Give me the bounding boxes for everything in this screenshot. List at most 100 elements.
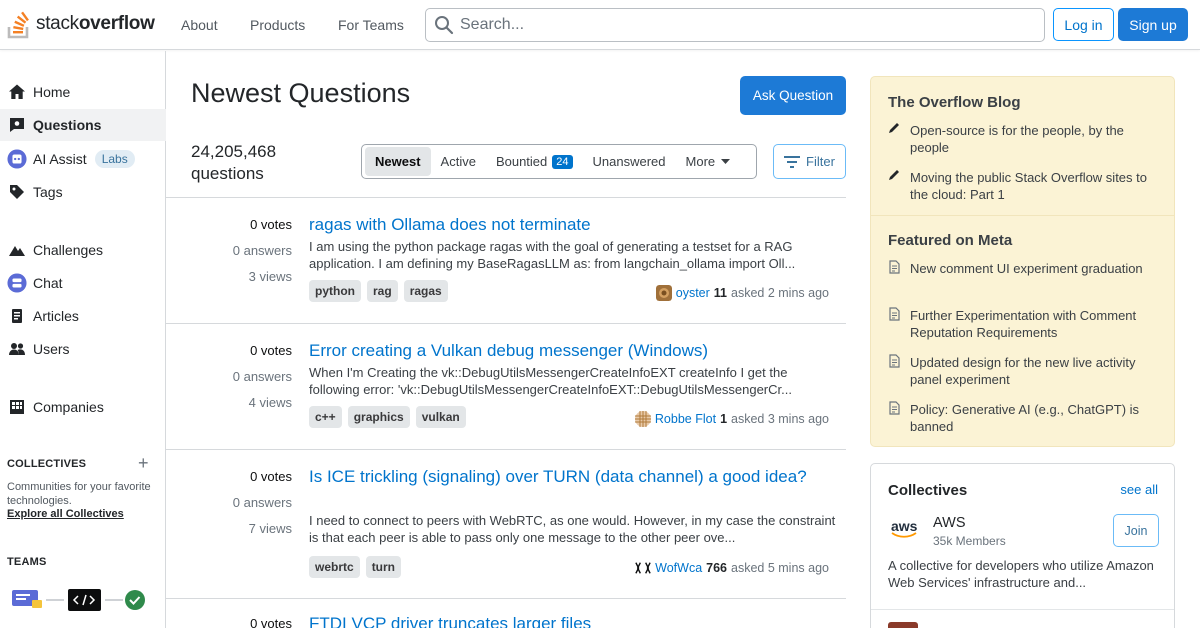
avatar[interactable] <box>634 411 651 427</box>
next-collective-logo <box>888 622 918 628</box>
tag-cpp[interactable]: c++ <box>309 406 342 428</box>
add-collective-plus-icon[interactable]: + <box>138 453 149 474</box>
question-row: 0 votes 0 answers 4 views Error creating… <box>166 324 846 450</box>
ai-assist-icon <box>7 149 27 169</box>
divider <box>871 215 1174 216</box>
users-icon <box>7 339 27 359</box>
tab-bountied[interactable]: Bountied 24 <box>486 147 583 176</box>
collectives-widget-heading: Collectives <box>888 482 968 499</box>
user-reputation: 766 <box>706 561 728 575</box>
ask-question-button[interactable]: Ask Question <box>740 76 846 115</box>
collective-name-link[interactable]: AWS <box>933 515 966 531</box>
search-input[interactable] <box>460 16 1020 34</box>
sidebar-item-articles[interactable]: Articles <box>0 300 166 332</box>
user-name-link[interactable]: oyster <box>676 286 710 300</box>
question-excerpt: I am using the python package ragas with… <box>309 239 796 271</box>
tag-webrtc[interactable]: webrtc <box>309 556 360 578</box>
meta-item[interactable]: Further Experimentation with Comment Rep… <box>888 307 1163 341</box>
collective-members: 35k Members <box>933 534 1006 548</box>
overflow-blog-widget: The Overflow Blog Open-source is for the… <box>870 76 1175 447</box>
aws-logo-text: aws <box>891 518 918 534</box>
vote-count: 0 votes <box>250 343 292 358</box>
blog-item[interactable]: Moving the public Stack Overflow sites t… <box>888 169 1163 203</box>
join-button[interactable]: Join <box>1113 514 1159 547</box>
nav-about[interactable]: About <box>181 0 218 50</box>
avatar[interactable] <box>635 560 651 576</box>
vote-count: 0 votes <box>250 217 292 232</box>
blog-heading: The Overflow Blog <box>888 94 1021 111</box>
sidebar-item-ai-assist[interactable]: AI Assist Labs <box>0 143 166 175</box>
divider <box>871 609 1174 610</box>
sidebar-item-companies[interactable]: Companies <box>0 391 166 423</box>
meta-item[interactable]: Policy: Generative AI (e.g., ChatGPT) is… <box>888 401 1163 435</box>
tag-vulkan[interactable]: vulkan <box>415 406 466 428</box>
sidebar-item-tags[interactable]: Tags <box>0 176 166 208</box>
question-title-link[interactable]: ragas with Ollama does not terminate <box>309 214 839 236</box>
tab-unanswered[interactable]: Unanswered <box>583 147 676 176</box>
stackoverflow-logo[interactable]: stackoverflow <box>6 6 155 42</box>
signup-button[interactable]: Sign up <box>1118 8 1188 41</box>
asked-time: asked 2 mins ago <box>731 286 829 300</box>
question-stats: 0 votes 0 answers 7 views <box>166 464 292 542</box>
tag-graphics[interactable]: graphics <box>347 406 410 428</box>
login-button[interactable]: Log in <box>1053 8 1114 41</box>
blog-item[interactable]: Open-source is for the people, by the pe… <box>888 122 1163 156</box>
avatar[interactable] <box>655 285 672 301</box>
chat-bubble-illustration-icon <box>12 590 42 608</box>
tag-turn[interactable]: turn <box>365 556 402 578</box>
question-row: 0 votes 0 answers 3 views ragas with Oll… <box>166 198 846 324</box>
sidebar-item-home[interactable]: Home <box>0 76 166 108</box>
code-window-illustration-icon <box>68 589 101 611</box>
question-author: Robbe Flot 1 asked 3 mins ago <box>634 411 829 427</box>
sidebar-item-questions[interactable]: Questions <box>0 109 166 141</box>
tag-icon <box>7 182 27 202</box>
tag-ragas[interactable]: ragas <box>403 280 448 302</box>
questions-icon <box>7 115 27 135</box>
question-count: 24,205,468 questions <box>191 141 276 185</box>
pencil-icon <box>888 122 910 156</box>
pencil-icon <box>888 169 910 203</box>
search-box[interactable] <box>425 8 1045 42</box>
filter-icon <box>784 155 801 168</box>
meta-post-icon <box>888 260 910 279</box>
user-reputation: 11 <box>713 286 728 300</box>
articles-icon <box>7 306 27 326</box>
tab-active[interactable]: Active <box>431 147 486 176</box>
sidebar-item-users[interactable]: Users <box>0 333 166 365</box>
asked-time: asked 5 mins ago <box>731 561 829 575</box>
tag-rag[interactable]: rag <box>367 280 398 302</box>
see-all-link[interactable]: see all <box>1120 482 1158 497</box>
left-sidebar: Home Questions AI Assist Labs Tags Chall… <box>0 51 166 628</box>
labs-badge: Labs <box>94 150 135 168</box>
collectives-heading: COLLECTIVES <box>7 458 87 470</box>
sidebar-item-chat[interactable]: Chat <box>0 267 166 299</box>
stackoverflow-logo-icon <box>7 11 29 39</box>
tag-list: webrtc turn <box>309 556 402 578</box>
meta-item[interactable]: Updated design for the new live activity… <box>888 354 1163 388</box>
tag-python[interactable]: python <box>309 280 361 302</box>
user-name-link[interactable]: WofWca <box>655 561 702 575</box>
question-title-link[interactable]: FTDI VCP driver truncates larger files <box>309 613 839 628</box>
logo-text-plain: stack <box>36 13 79 34</box>
asked-time: asked 3 mins ago <box>731 412 829 426</box>
user-name-link[interactable]: Robbe Flot <box>655 412 716 426</box>
meta-post-icon <box>888 307 910 341</box>
nav-for-teams[interactable]: For Teams <box>338 0 404 50</box>
question-row: 0 votes FTDI VCP driver truncates larger… <box>166 599 846 628</box>
explore-collectives-link[interactable]: Explore all Collectives <box>7 508 124 520</box>
nav-products[interactable]: Products <box>250 0 305 50</box>
tab-more[interactable]: More <box>676 147 742 176</box>
search-icon <box>435 16 454 35</box>
user-reputation: 1 <box>720 412 728 426</box>
tab-newest[interactable]: Newest <box>365 147 431 176</box>
teams-heading: TEAMS <box>7 556 47 568</box>
question-title-link[interactable]: Is ICE trickling (signaling) over TURN (… <box>309 466 839 488</box>
answer-count: 0 answers <box>232 495 292 510</box>
sidebar-item-challenges[interactable]: Challenges <box>0 234 166 266</box>
tag-list: c++ graphics vulkan <box>309 406 466 428</box>
question-title-link[interactable]: Error creating a Vulkan debug messenger … <box>309 340 839 362</box>
question-count-label: questions <box>191 164 264 183</box>
filter-button[interactable]: Filter <box>773 144 846 179</box>
logo-text-bold: overflow <box>78 13 155 34</box>
meta-item[interactable]: New comment UI experiment graduation <box>888 260 1163 279</box>
